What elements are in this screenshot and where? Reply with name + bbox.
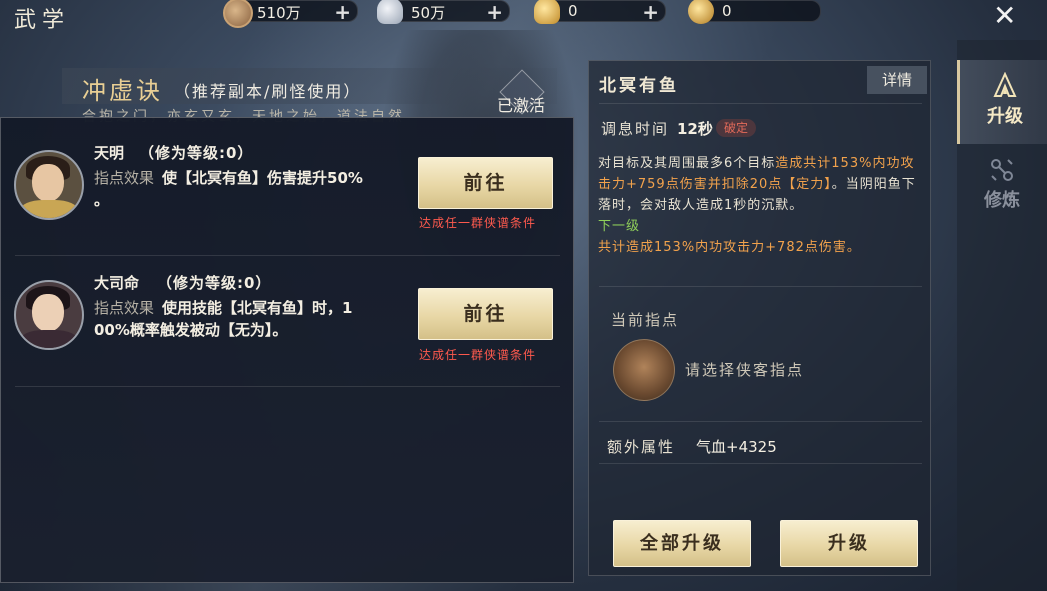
- tab-upgrade-label: 升级: [987, 106, 1023, 127]
- effect-label: 指点效果: [94, 299, 155, 317]
- currency-gold-value: 0: [568, 2, 578, 20]
- break-tag: 破定: [716, 119, 757, 137]
- skill-header: 冲虚诀 （推荐副本/刷怪使用）: [62, 68, 557, 105]
- panel-skill-title: 北冥有鱼: [599, 76, 679, 96]
- panel-divider: [599, 463, 922, 464]
- guide-effect: 指点效果 使【北冥有鱼】伤害提升50% 。: [94, 167, 404, 211]
- currency-copper-value: 510万: [257, 4, 301, 22]
- effect-text-line2: 。: [94, 191, 110, 209]
- silver-ingot-icon: [377, 0, 403, 24]
- character-name: 大司命: [94, 274, 140, 292]
- guide-slot-icon[interactable]: [613, 339, 675, 401]
- effect-label: 指点效果: [94, 169, 155, 187]
- unlock-condition: 达成任一群侠谱条件: [419, 216, 537, 230]
- select-guide-text: 请选择侠客指点: [685, 361, 805, 379]
- currency-bound-gold: 0: [688, 0, 821, 24]
- next-level-label: 下一级: [598, 219, 641, 234]
- add-copper-button[interactable]: +: [334, 0, 351, 24]
- add-gold-button[interactable]: +: [642, 0, 659, 24]
- detail-button[interactable]: 详情: [867, 66, 927, 94]
- goto-button-tianming[interactable]: 前往: [418, 157, 553, 209]
- upgrade-button[interactable]: 升级: [780, 520, 918, 567]
- currency-silver-value: 50万: [411, 4, 446, 22]
- bound-gold-icon: [688, 0, 714, 24]
- currency-silver: 50万 +: [377, 0, 510, 24]
- top-bar: 武学 510万 + 50万 + 0 + 0 ✕: [0, 0, 1047, 34]
- row-divider: [15, 255, 560, 256]
- character-level: （修为等级:0）: [157, 274, 272, 292]
- effect-text-line1: 使【北冥有鱼】伤害提升50%: [162, 169, 363, 187]
- guide-row: 天明 （修为等级:0） 指点效果 使【北冥有鱼】伤害提升50% 。 前往 达成任一…: [1, 134, 575, 264]
- effect-text-line1: 使用技能【北冥有鱼】时，1: [162, 299, 353, 317]
- cooldown-value: 12秒: [677, 120, 713, 138]
- effect-text-line2: 00%概率触发被动【无为】。: [94, 321, 288, 339]
- avatar-tianming: [14, 150, 84, 220]
- next-level-text: 共计造成153%内功攻击力+782点伤害。: [598, 240, 861, 255]
- avatar-dasiming: [14, 280, 84, 350]
- copper-coin-icon: [223, 0, 253, 28]
- panel-divider: [599, 103, 922, 104]
- skill-detail-panel: 北冥有鱼 详情 调息时间 12秒 破定 对目标及其周围最多6个目标造成共计153…: [588, 60, 931, 576]
- skill-description: 对目标及其周围最多6个目标造成共计153%内功攻击力+759点伤害并扣除20点【…: [598, 153, 923, 258]
- character-name: 天明: [94, 144, 125, 162]
- currency-gold: 0 +: [534, 0, 666, 24]
- character-level: （修为等级:0）: [139, 144, 254, 162]
- extra-attr-label: 额外属性: [607, 438, 676, 456]
- side-tabs: 升级 修炼: [957, 40, 1047, 591]
- tab-upgrade[interactable]: 升级: [957, 60, 1047, 144]
- goto-button-dasiming[interactable]: 前往: [418, 288, 553, 340]
- guide-popup: 天明 （修为等级:0） 指点效果 使【北冥有鱼】伤害提升50% 。 前往 达成任一…: [0, 117, 574, 583]
- panel-divider: [599, 286, 922, 287]
- skill-status: 已激活: [497, 96, 546, 115]
- gold-ingot-icon: [534, 0, 560, 24]
- avatar-body: [20, 330, 78, 348]
- currency-bound-gold-value: 0: [722, 2, 732, 20]
- avatar-body: [20, 200, 78, 218]
- page-title: 武学: [14, 8, 71, 33]
- avatar-face: [32, 164, 64, 202]
- skill-recommend: （推荐副本/刷怪使用）: [174, 82, 362, 101]
- unlock-condition: 达成任一群侠谱条件: [419, 348, 537, 362]
- tab-cultivate-label: 修炼: [984, 190, 1020, 211]
- panel-divider: [599, 421, 922, 422]
- add-silver-button[interactable]: +: [486, 0, 503, 24]
- upgrade-arrow-icon: [993, 72, 1017, 97]
- upgrade-all-button[interactable]: 全部升级: [613, 520, 751, 567]
- close-icon[interactable]: ✕: [993, 2, 1016, 30]
- tab-cultivate[interactable]: 修炼: [957, 144, 1047, 228]
- extra-attr-value: 气血+4325: [696, 438, 777, 456]
- cooldown-label: 调息时间: [601, 120, 670, 138]
- row-divider: [15, 386, 560, 387]
- desc-part1: 对目标及其周围最多6个目标: [598, 156, 776, 171]
- avatar-face: [32, 294, 64, 332]
- skill-name: 冲虚诀: [82, 77, 163, 105]
- cultivate-icon: [991, 159, 1013, 181]
- currency-copper: 510万 +: [223, 0, 358, 28]
- guide-effect: 指点效果 使用技能【北冥有鱼】时，1 00%概率触发被动【无为】。: [94, 297, 404, 341]
- current-guide-label: 当前指点: [611, 311, 680, 329]
- guide-row: 大司命 （修为等级:0） 指点效果 使用技能【北冥有鱼】时，1 00%概率触发被动…: [1, 264, 575, 394]
